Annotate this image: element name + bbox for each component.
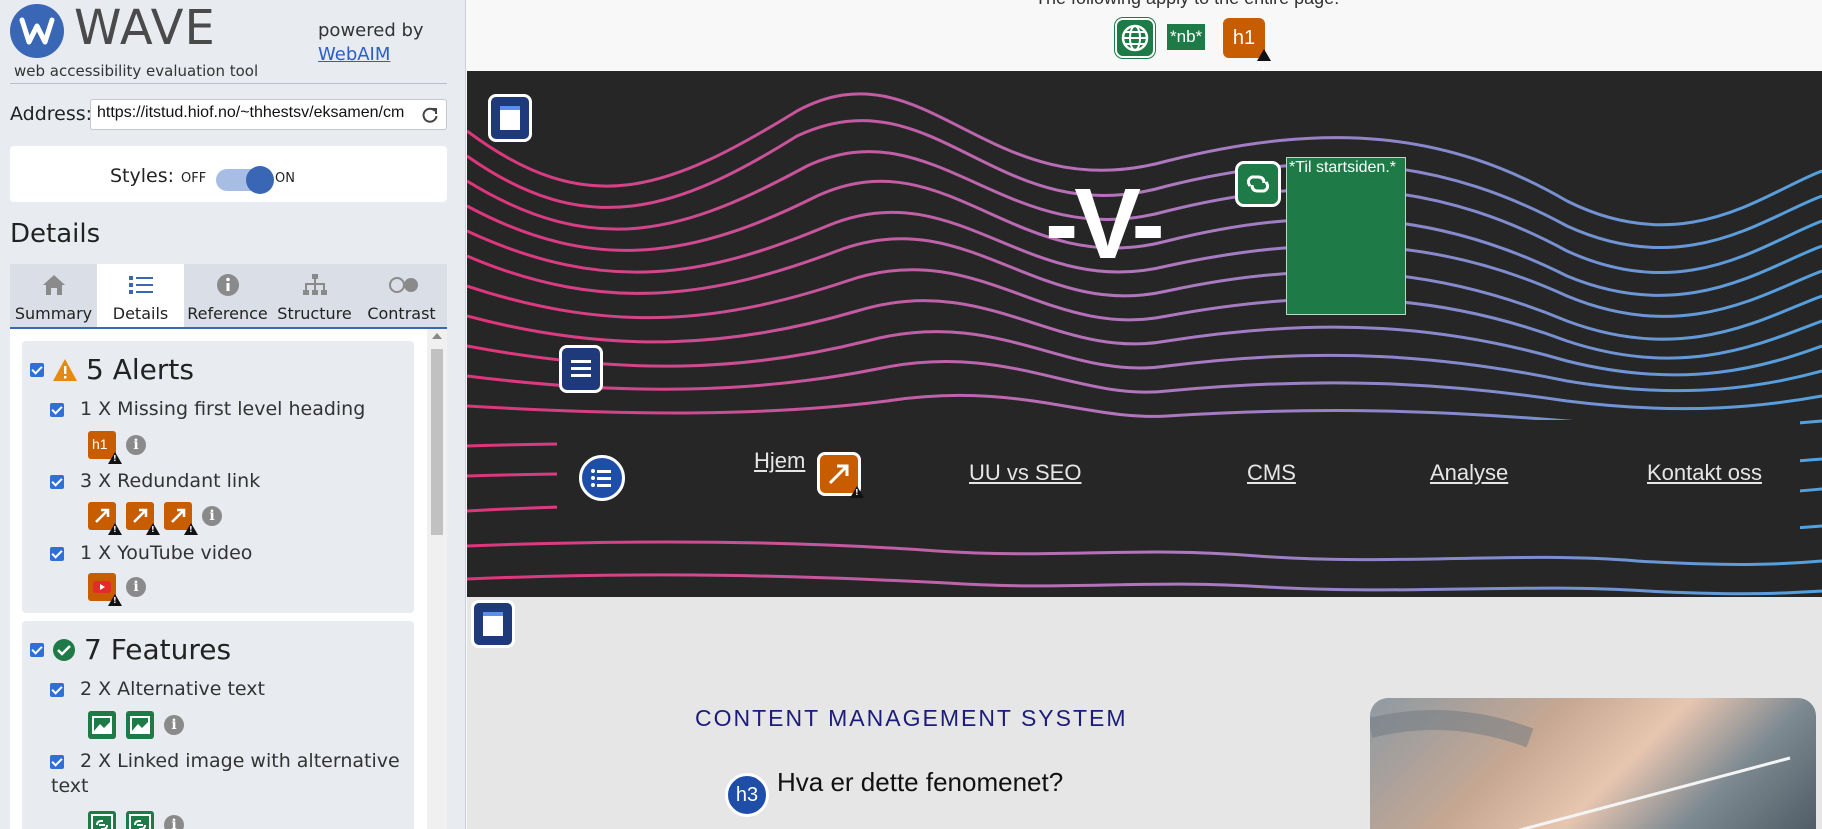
styles-toggle-panel: Styles: OFF ON	[10, 146, 447, 202]
item-checkbox[interactable]	[50, 683, 64, 697]
h1-missing-icon[interactable]: h1	[88, 431, 122, 464]
panel-scrollbar[interactable]	[427, 329, 447, 829]
page-preview: The following apply to the entire page: …	[467, 0, 1822, 829]
details-heading: Details	[10, 219, 101, 249]
linked-image-icon[interactable]	[1235, 161, 1281, 207]
styles-toggle-knob[interactable]	[246, 166, 274, 194]
missing-h1-badge-text: h1	[1232, 27, 1256, 49]
nav-link-analyse[interactable]: Analyse	[1430, 460, 1508, 486]
styles-on-label: ON	[275, 171, 295, 186]
info-icon	[217, 274, 239, 296]
scroll-thumb[interactable]	[431, 349, 443, 535]
cms-heading: CONTENT MANAGEMENT SYSTEM	[695, 705, 1128, 731]
info-icon[interactable]: i	[126, 435, 146, 455]
language-nb-badge[interactable]: *nb*	[1167, 24, 1206, 50]
alerts-group: 5 Alerts 1 X Missing first level heading…	[22, 341, 414, 613]
details-panel: 5 Alerts 1 X Missing first level heading…	[10, 329, 447, 829]
nav-link-kontakt-oss[interactable]: Kontakt oss	[1647, 460, 1762, 486]
linked-image-icon[interactable]	[88, 811, 116, 829]
tab-contrast[interactable]: Contrast	[358, 264, 445, 327]
alerts-checkbox[interactable]	[30, 362, 44, 377]
styles-off-label: OFF	[181, 171, 207, 186]
header-region-icon[interactable]	[488, 94, 532, 142]
tab-structure[interactable]: Structure	[271, 264, 358, 327]
content-photo	[1370, 698, 1816, 829]
address-label: Address:	[10, 103, 93, 125]
feature-check-icon	[53, 638, 75, 661]
tab-label: Reference	[187, 304, 268, 323]
redundant-link-icon[interactable]	[88, 502, 122, 535]
item-label: 2 X Linked image with alternative	[80, 750, 400, 772]
styles-label: Styles:	[110, 165, 175, 187]
item-checkbox[interactable]	[50, 547, 64, 561]
info-icon[interactable]: i	[164, 815, 184, 829]
wave-tagline: web accessibility evaluation tool	[14, 62, 259, 80]
page-wide-note: The following apply to the entire page:	[1035, 0, 1339, 9]
missing-h1-badge[interactable]: h1	[1223, 18, 1271, 91]
powered-by-label: powered by	[318, 20, 424, 41]
tab-details[interactable]: Details	[97, 264, 184, 327]
youtube-video-icon[interactable]	[88, 573, 122, 606]
wave-logo-icon	[10, 4, 64, 58]
item-label-cont: text	[51, 775, 89, 797]
alt-text-tooltip: *Til startsiden.*	[1286, 157, 1406, 315]
info-icon[interactable]: i	[202, 506, 222, 526]
main-content: CONTENT MANAGEMENT SYSTEM h3 Hva er dett…	[467, 597, 1822, 829]
scroll-up-arrow-icon[interactable]	[432, 333, 442, 339]
address-input[interactable]: https://itstud.hiof.no/~thhestsv/eksamen…	[97, 104, 407, 122]
main-region-icon[interactable]	[471, 600, 515, 648]
linked-image-icon[interactable]	[126, 811, 154, 829]
features-checkbox[interactable]	[30, 642, 44, 657]
alt-text-icon[interactable]	[126, 711, 154, 739]
nav-link-cms[interactable]: CMS	[1247, 460, 1296, 486]
h1-missing-icon-text: h1	[92, 436, 108, 452]
item-checkbox[interactable]	[50, 755, 64, 769]
alert-triangle-icon	[53, 358, 77, 381]
section-subheading: Hva er dette fenomenet?	[777, 767, 1064, 797]
heading-h3-icon[interactable]: h3	[725, 773, 769, 817]
tab-label: Structure	[277, 304, 352, 323]
features-title: 7 Features	[84, 633, 232, 666]
tab-label: Contrast	[367, 304, 436, 323]
item-label: 2 X Alternative text	[80, 678, 265, 700]
alt-text-icon[interactable]	[88, 711, 116, 739]
alt-text-tooltip-text: *Til startsiden.*	[1289, 159, 1396, 176]
tab-reference[interactable]: Reference	[184, 264, 271, 327]
nav-link-uu-vs-seo[interactable]: UU vs SEO	[969, 460, 1081, 486]
unordered-list-icon[interactable]	[579, 455, 625, 501]
tab-summary[interactable]: Summary	[10, 264, 97, 327]
info-icon[interactable]: i	[164, 715, 184, 735]
list-icon	[129, 276, 153, 294]
site-logo[interactable]: -V-	[1045, 167, 1165, 282]
item-label: 1 X Missing first level heading	[80, 398, 366, 420]
nav-link-hjem[interactable]: Hjem	[754, 448, 805, 474]
site-navigation: Hjem UU vs SEO CMS Analyse Kontakt oss	[557, 420, 1800, 537]
redundant-link-icon[interactable]	[126, 502, 160, 535]
home-icon	[43, 275, 65, 295]
redundant-link-icon[interactable]	[164, 502, 198, 535]
features-group: 7 Features 2 X Alternative text i 2 X Li…	[22, 621, 414, 829]
redundant-link-icon[interactable]	[817, 452, 864, 498]
styles-toggle[interactable]	[216, 166, 274, 194]
info-icon[interactable]: i	[126, 577, 146, 597]
alerts-title: 5 Alerts	[86, 353, 194, 386]
wave-logo-row: WAVE web accessibility evaluation tool p…	[10, 0, 447, 84]
wave-sidebar: WAVE web accessibility evaluation tool p…	[0, 0, 466, 829]
navigation-region-icon[interactable]	[559, 345, 603, 393]
item-label: 3 X Redundant link	[80, 470, 261, 492]
language-globe-icon[interactable]	[1115, 18, 1155, 58]
tab-label: Summary	[14, 304, 93, 323]
webaim-link[interactable]: WebAIM	[318, 44, 390, 65]
address-field[interactable]: https://itstud.hiof.no/~thhestsv/eksamen…	[90, 99, 447, 130]
tab-label: Details	[112, 304, 169, 323]
contrast-icon	[389, 277, 418, 293]
item-label: 1 X YouTube video	[80, 542, 253, 564]
item-checkbox[interactable]	[50, 475, 64, 489]
wave-tabs: Summary Details Reference Structure Cont…	[10, 264, 447, 329]
sitemap-icon	[303, 274, 327, 295]
wave-logo-text: WAVE	[74, 0, 216, 56]
item-checkbox[interactable]	[50, 403, 64, 417]
refresh-icon[interactable]	[420, 105, 440, 125]
hero-banner: -V- *Til startsiden.* Hjem UU vs SEO CMS…	[467, 71, 1822, 597]
